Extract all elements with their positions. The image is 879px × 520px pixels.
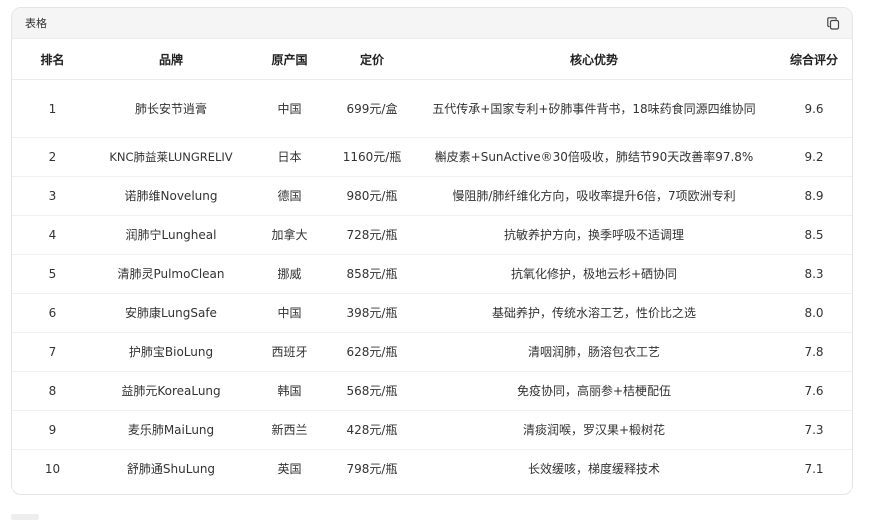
cell-advantage: 抗敏养护方向，换季呼吸不适调理 — [414, 215, 774, 255]
cell-origin: 中国 — [249, 293, 330, 333]
cell-score: 7.6 — [774, 371, 852, 411]
cell-price: 858元/瓶 — [330, 254, 414, 294]
cell-advantage: 五代传承+国家专利+矽肺事件背书，18味药食同源四维协同 — [414, 79, 774, 138]
cell-origin: 西班牙 — [249, 332, 330, 372]
header-price: 定价 — [330, 39, 414, 80]
cell-origin: 日本 — [249, 137, 330, 177]
header-brand: 品牌 — [93, 39, 249, 80]
card-title: 表格 — [25, 17, 47, 30]
table-row: 2 KNC肺益莱LUNGRELIV 日本 1160元/瓶 槲皮素+SunActi… — [12, 137, 852, 177]
cell-brand: 护肺宝BioLung — [93, 332, 249, 372]
cell-brand: 诺肺维Novelung — [93, 176, 249, 216]
cell-score: 8.3 — [774, 254, 852, 294]
cell-advantage: 槲皮素+SunActive®30倍吸收，肺结节90天改善率97.8% — [414, 137, 774, 177]
cell-origin: 中国 — [249, 79, 330, 138]
cell-rank: 1 — [12, 79, 93, 138]
cell-origin: 韩国 — [249, 371, 330, 411]
cell-rank: 3 — [12, 176, 93, 216]
cell-score: 7.1 — [804, 462, 824, 476]
table-card: 表格 排名 品牌 原产国 定价 核心优势 综合评分 1 肺长安节逍膏 中国 69… — [11, 7, 853, 495]
table-row: 1 肺长安节逍膏 中国 699元/盒 五代传承+国家专利+矽肺事件背书，18味药… — [12, 79, 852, 138]
cell-rank: 7 — [12, 332, 93, 372]
ranking-table: 排名 品牌 原产国 定价 核心优势 综合评分 1 肺长安节逍膏 中国 699元/… — [12, 39, 852, 489]
cell-brand: 益肺元KoreaLung — [93, 371, 249, 411]
cell-origin: 加拿大 — [249, 215, 330, 255]
cell-origin: 新西兰 — [249, 410, 330, 450]
cell-advantage: 长效缓咳，梯度缓释技术 — [527, 462, 660, 476]
card-header: 表格 — [12, 8, 852, 39]
cell-origin: 英国 — [277, 462, 302, 476]
cell-brand: 舒肺通ShuLung — [126, 462, 216, 476]
cell-brand: 安肺康LungSafe — [93, 293, 249, 333]
table-row: 9 麦乐肺MaiLung 新西兰 428元/瓶 清痰润喉，罗汉果+椴树花 7.3 — [12, 410, 852, 450]
table-row: 7 护肺宝BioLung 西班牙 628元/瓶 清咽润肺，肠溶包衣工艺 7.8 — [12, 332, 852, 372]
cell-price: 628元/瓶 — [330, 332, 414, 372]
cell-price: 699元/盒 — [330, 79, 414, 138]
cell-rank: 5 — [12, 254, 93, 294]
table-row: 3 诺肺维Novelung 德国 980元/瓶 慢阻肺/肺纤维化方向，吸收率提升… — [12, 176, 852, 216]
table-row: 6 安肺康LungSafe 中国 398元/瓶 基础养护，传统水溶工艺，性价比之… — [12, 293, 852, 333]
table-row: 5 清肺灵PulmoClean 挪威 858元/瓶 抗氧化修护，极地云杉+硒协同… — [12, 254, 852, 294]
cell-price: 798元/瓶 — [346, 462, 398, 476]
table-row: 4 润肺宁Lungheal 加拿大 728元/瓶 抗敏养护方向，换季呼吸不适调理… — [12, 215, 852, 255]
cell-brand: KNC肺益莱LUNGRELIV — [93, 137, 249, 177]
cell-score: 9.2 — [774, 137, 852, 177]
cell-price: 428元/瓶 — [330, 410, 414, 450]
cell-advantage: 免疫协同，高丽参+桔梗配伍 — [414, 371, 774, 411]
cell-rank: 2 — [12, 137, 93, 177]
cell-score: 8.9 — [774, 176, 852, 216]
cell-rank: 4 — [12, 215, 93, 255]
header-advantage: 核心优势 — [414, 39, 774, 80]
cell-rank: 8 — [12, 371, 93, 411]
table-row: 8 益肺元KoreaLung 韩国 568元/瓶 免疫协同，高丽参+桔梗配伍 7… — [12, 371, 852, 411]
cell-origin: 德国 — [249, 176, 330, 216]
cell-score: 7.3 — [774, 410, 852, 450]
copy-button[interactable] — [824, 14, 842, 32]
cell-brand: 清肺灵PulmoClean — [93, 254, 249, 294]
cell-advantage: 慢阻肺/肺纤维化方向，吸收率提升6倍，7项欧洲专利 — [414, 176, 774, 216]
copy-icon — [826, 16, 839, 30]
cell-advantage: 清咽润肺，肠溶包衣工艺 — [414, 332, 774, 372]
cell-brand: 润肺宁Lungheal — [93, 215, 249, 255]
cell-rank: 9 — [12, 410, 93, 450]
table-header-row: 排名 品牌 原产国 定价 核心优势 综合评分 — [12, 39, 852, 80]
cell-origin: 挪威 — [249, 254, 330, 294]
cell-advantage: 抗氧化修护，极地云杉+硒协同 — [414, 254, 774, 294]
header-origin: 原产国 — [249, 39, 330, 80]
cell-advantage: 清痰润喉，罗汉果+椴树花 — [414, 410, 774, 450]
cell-brand: 肺长安节逍膏 — [93, 79, 249, 138]
cell-brand: 麦乐肺MaiLung — [93, 410, 249, 450]
cell-rank: 10 — [44, 462, 61, 476]
cell-rank: 6 — [12, 293, 93, 333]
cell-price: 568元/瓶 — [330, 371, 414, 411]
header-score: 综合评分 — [774, 39, 852, 80]
cell-advantage: 基础养护，传统水溶工艺，性价比之选 — [414, 293, 774, 333]
cell-score: 7.8 — [774, 332, 852, 372]
cell-score: 8.0 — [774, 293, 852, 333]
cell-price: 980元/瓶 — [330, 176, 414, 216]
cell-score: 8.5 — [774, 215, 852, 255]
cell-price: 398元/瓶 — [330, 293, 414, 333]
table-row: 10 舒肺通ShuLung 英国 798元/瓶 长效缓咳，梯度缓释技术 7.1 — [12, 450, 852, 489]
cell-price: 728元/瓶 — [330, 215, 414, 255]
header-rank: 排名 — [12, 39, 93, 80]
cut-off-content — [11, 514, 39, 520]
cell-price: 1160元/瓶 — [330, 137, 414, 177]
cell-score: 9.6 — [774, 79, 852, 138]
